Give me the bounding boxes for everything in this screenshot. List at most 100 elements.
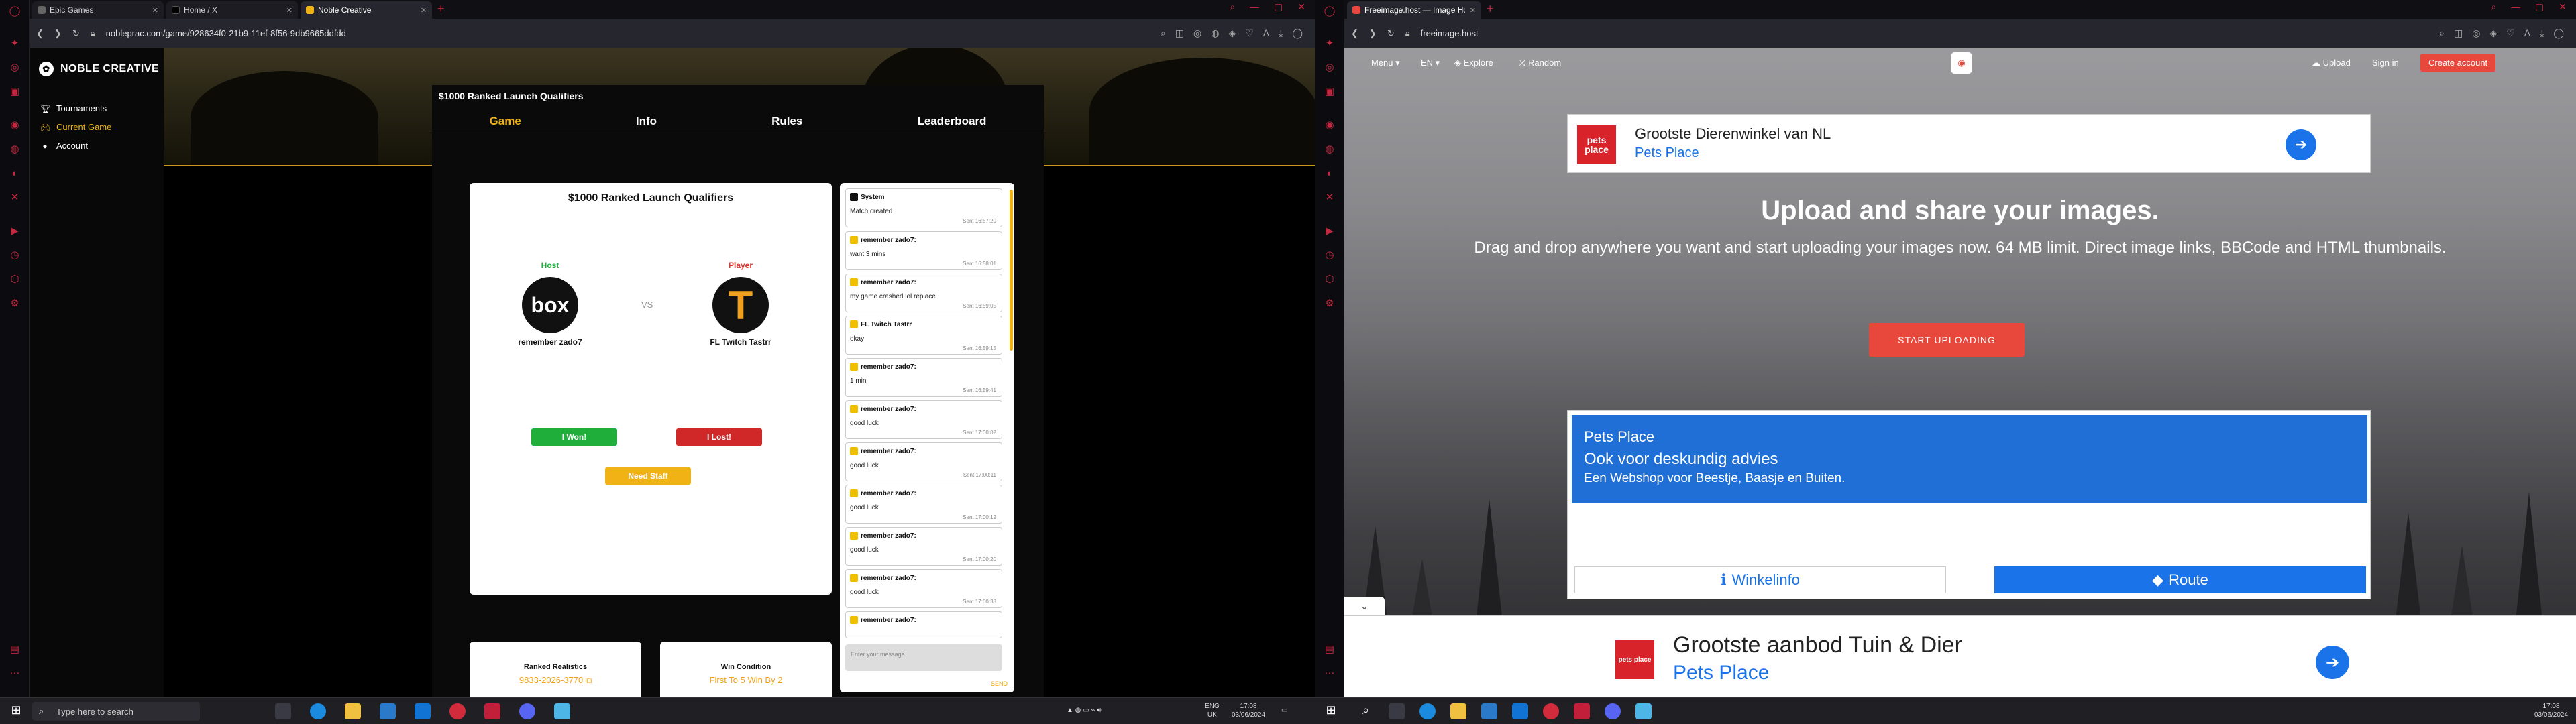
sidebar-settings-icon[interactable]: ⚙ — [1323, 296, 1336, 310]
i-lost-button[interactable]: I Lost! — [676, 428, 762, 446]
freeimage-logo-icon[interactable]: ◉ — [1951, 52, 1972, 74]
tab-leaderboard[interactable]: Leaderboard — [917, 115, 986, 128]
sidebar-player-icon[interactable]: ▶ — [1323, 224, 1336, 237]
brand-logo[interactable]: ✿ NOBLE CREATIVE — [39, 62, 159, 76]
random-link[interactable]: ⤨ Random — [1519, 58, 1561, 68]
nav-account[interactable]: ● Account — [40, 141, 88, 151]
arrow-right-icon[interactable]: ➔ — [2286, 129, 2316, 160]
maximize-icon[interactable]: ▢ — [1274, 1, 1283, 13]
shield-icon[interactable]: ◈ — [2489, 27, 2497, 39]
reload-icon[interactable]: ↻ — [1387, 28, 1395, 39]
tab-epic-games[interactable]: Epic Games ✕ — [32, 1, 164, 19]
mail-icon[interactable] — [1512, 703, 1528, 719]
chat-input[interactable]: Enter your message — [845, 644, 1002, 671]
shield-icon[interactable]: ◈ — [1228, 27, 1236, 39]
task-view-icon[interactable] — [1389, 703, 1405, 719]
close-icon[interactable]: ✕ — [421, 6, 427, 15]
route-button[interactable]: ◆ Route — [1994, 566, 2366, 593]
explore-link[interactable]: ◈ Explore — [1454, 58, 1493, 68]
profile-icon[interactable]: ◯ — [2553, 27, 2564, 39]
camera-icon[interactable]: ◫ — [2454, 27, 2463, 39]
sidebar-settings-icon[interactable]: ⚙ — [8, 296, 21, 310]
ad-banner-middle[interactable]: Pets Place Ook voor deskundig advies Een… — [1567, 410, 2371, 599]
collapse-ad-chevron-icon[interactable]: ⌄ — [1344, 597, 1385, 615]
new-tab-icon[interactable]: + — [437, 2, 445, 16]
tab-noble-creative[interactable]: Noble Creative ✕ — [301, 1, 432, 19]
search-icon[interactable]: ⌕ — [1161, 27, 1166, 39]
i-won-button[interactable]: I Won! — [531, 428, 617, 446]
sidebar-image-icon[interactable]: ▤ — [8, 642, 21, 656]
minimize-icon[interactable]: — — [1250, 1, 1259, 13]
heart-icon[interactable]: ♡ — [2506, 27, 2515, 39]
menu-dropdown[interactable]: Menu ▾ — [1371, 58, 1400, 68]
opera-gx-2-icon[interactable] — [1574, 703, 1590, 719]
close-window-icon[interactable]: ✕ — [1297, 1, 1305, 13]
sidebar-x-icon[interactable]: ✕ — [1323, 190, 1336, 204]
back-icon[interactable]: ❮ — [36, 28, 44, 39]
back-icon[interactable]: ❮ — [1351, 28, 1358, 39]
minimize-icon[interactable]: — — [2511, 1, 2520, 13]
sidebar-aria-icon[interactable]: ✦ — [1323, 36, 1336, 50]
opera-gx-icon[interactable] — [449, 703, 466, 719]
ad-banner-top[interactable]: pets place Grootste Dierenwinkel van NL … — [1567, 114, 2371, 173]
sidebar-discord-icon[interactable]: ◐ — [8, 166, 21, 180]
sidebar-x-icon[interactable]: ✕ — [8, 190, 21, 204]
info-value[interactable]: 9833-2026-3770 ⧉ — [470, 675, 641, 686]
taskbar-search[interactable]: ⌕ Type here to search — [32, 702, 200, 721]
app-icon[interactable] — [554, 703, 570, 719]
sign-in-link[interactable]: Sign in — [2372, 58, 2399, 68]
tab-home-x[interactable]: Home / X ✕ — [166, 1, 298, 19]
extension-icon[interactable]: ◎ — [2472, 27, 2480, 39]
close-icon[interactable]: ✕ — [1470, 6, 1476, 15]
aria-icon[interactable]: A — [2524, 27, 2530, 39]
player-name[interactable]: FL Twitch Tastrr — [687, 337, 794, 347]
sidebar-messenger-icon[interactable]: ◉ — [8, 118, 21, 131]
opera-gx-2-icon[interactable] — [484, 703, 500, 719]
ad-blue-panel[interactable]: Pets Place Ook voor deskundig advies Een… — [1572, 415, 2367, 503]
notification-icon[interactable]: ▭ — [1281, 706, 1287, 715]
close-window-icon[interactable]: ✕ — [2559, 1, 2567, 13]
forward-icon[interactable]: ❯ — [1369, 28, 1377, 39]
sidebar-controller-icon[interactable]: ◎ — [1323, 60, 1336, 74]
sidebar-whatsapp-icon[interactable]: ◍ — [1323, 142, 1336, 156]
file-explorer-icon[interactable] — [345, 703, 361, 719]
host-name[interactable]: remember zado7 — [496, 337, 604, 347]
language-indicator[interactable]: ENG UK — [1205, 702, 1220, 719]
opera-gx-icon[interactable] — [1543, 703, 1559, 719]
sidebar-controller-icon[interactable]: ◎ — [8, 60, 21, 74]
tray-icons[interactable]: ▲ ◍ ▭ ⌁ 🔊︎ — [1067, 706, 1102, 715]
camera-icon[interactable]: ◫ — [1175, 27, 1184, 39]
search-icon[interactable]: ⌕ — [2439, 27, 2445, 39]
arrow-right-icon[interactable]: ➔ — [2316, 646, 2349, 679]
clock[interactable]: 17:08 03/06/2024 — [1232, 702, 1265, 719]
download-icon[interactable]: ⤓ — [1279, 27, 1283, 39]
maximize-icon[interactable]: ▢ — [2535, 1, 2544, 13]
tab-rules[interactable]: Rules — [771, 115, 802, 128]
tab-game[interactable]: Game — [490, 115, 521, 128]
store-icon[interactable] — [1481, 703, 1497, 719]
close-icon[interactable]: ✕ — [152, 6, 158, 15]
edge-icon[interactable] — [1419, 703, 1436, 719]
sidebar-whatsapp-icon[interactable]: ◍ — [8, 142, 21, 156]
reload-icon[interactable]: ↻ — [72, 28, 80, 39]
sidebar-discord-icon[interactable]: ◐ — [1323, 166, 1336, 180]
host-avatar[interactable]: box — [522, 277, 578, 333]
create-account-button[interactable]: Create account — [2420, 54, 2496, 72]
url-field[interactable]: nobleprac.com/game/928634f0-21b9-11ef-8f… — [106, 28, 346, 38]
sidebar-history-icon[interactable]: ◷ — [8, 248, 21, 261]
heart-icon[interactable]: ♡ — [1245, 27, 1254, 39]
player-avatar[interactable]: T — [712, 277, 769, 333]
chat-scrollbar[interactable] — [1010, 190, 1013, 351]
sidebar-twitch-icon[interactable]: ▣ — [8, 84, 21, 98]
close-icon[interactable]: ✕ — [286, 6, 292, 15]
sidebar-box-icon[interactable]: ⬡ — [8, 272, 21, 286]
sidebar-history-icon[interactable]: ◷ — [1323, 248, 1336, 261]
sidebar-messenger-icon[interactable]: ◉ — [1323, 118, 1336, 131]
store-icon[interactable] — [380, 703, 396, 719]
opera-logo-icon[interactable]: ◯ — [8, 4, 21, 17]
sidebar-player-icon[interactable]: ▶ — [8, 224, 21, 237]
sidebar-image-icon[interactable]: ▤ — [1323, 642, 1336, 656]
discord-icon[interactable] — [519, 703, 535, 719]
nav-tournaments[interactable]: 🏆︎ Tournaments — [40, 103, 107, 113]
download-icon[interactable]: ⤓ — [2540, 27, 2544, 39]
